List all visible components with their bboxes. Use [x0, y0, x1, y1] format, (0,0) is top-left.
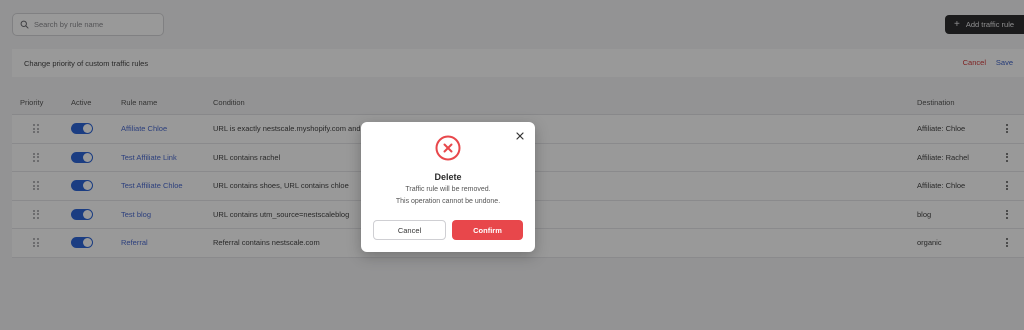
close-icon[interactable]: [515, 131, 525, 141]
dialog-description: Traffic rule will be removed.: [405, 186, 491, 193]
dialog-title: Delete: [434, 172, 462, 182]
dialog-confirm-button[interactable]: Confirm: [452, 220, 523, 240]
delete-dialog: Delete Traffic rule will be removed. Thi…: [361, 122, 535, 252]
error-circle-icon: [435, 135, 461, 161]
dialog-warning: This operation cannot be undone.: [395, 198, 501, 205]
dialog-cancel-button[interactable]: Cancel: [373, 220, 446, 240]
